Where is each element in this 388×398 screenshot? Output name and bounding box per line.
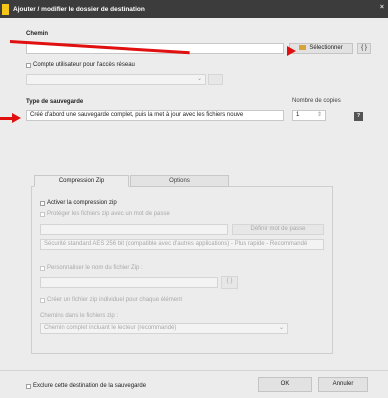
network-account-checkbox[interactable]: Compte utilisateur pour l'accès réseau (26, 62, 135, 68)
select-folder-label: Sélectionner (309, 45, 343, 51)
backup-type-value: Créé d'abord une sauvegarde complet, pui… (30, 112, 244, 118)
chevron-down-icon: ⌄ (278, 325, 284, 331)
zip-password-field[interactable] (40, 224, 228, 235)
network-user-select[interactable]: ⌄ (26, 74, 206, 85)
individual-zip-box[interactable] (40, 297, 45, 303)
custom-zip-name-checkbox[interactable]: Personnaliser le nom du fichier Zip : (40, 265, 143, 271)
backup-type-select[interactable]: Créé d'abord une sauvegarde complet, pui… (26, 110, 284, 121)
protect-zip-box[interactable] (40, 211, 45, 217)
activate-zip-label: Activer la compression zip (47, 200, 117, 206)
close-icon[interactable]: × (380, 4, 384, 11)
path-label: Chemin (26, 31, 49, 37)
annotation-arrow-line-2 (0, 117, 12, 120)
activate-zip-checkbox[interactable]: Activer la compression zip (40, 200, 117, 206)
backup-type-label: Type de sauvegarde (26, 99, 84, 105)
custom-zip-name-label: Personnaliser le nom du fichier Zip : (47, 265, 143, 271)
tab-options[interactable]: Options (130, 175, 229, 187)
help-button[interactable]: ? (354, 112, 363, 121)
select-folder-button[interactable]: Sélectionner (289, 43, 353, 54)
folder-icon (299, 45, 307, 50)
zip-name-variables-button[interactable]: { } (221, 276, 238, 289)
ok-button[interactable]: OK (258, 377, 312, 392)
zip-security-value: Sécurité standard AES 256 bit (compatibl… (44, 241, 308, 247)
tab-compression-zip[interactable]: Compression Zip (34, 175, 129, 187)
network-account-label: Compte utilisateur pour l'accès réseau (33, 62, 135, 68)
custom-zip-name-box[interactable] (40, 265, 45, 271)
copies-value: 1 (296, 112, 300, 118)
copies-label: Nombre de copies (292, 98, 341, 104)
custom-zip-name-input[interactable] (40, 277, 218, 288)
exclude-destination-checkbox[interactable]: Exclure cette destination de la sauvegar… (26, 383, 146, 389)
annotation-arrow-head-1 (287, 46, 296, 56)
app-icon (2, 3, 9, 15)
copies-stepper[interactable]: 1 ⇕ (292, 110, 326, 121)
cancel-button[interactable]: Annuler (318, 377, 368, 392)
protect-zip-label: Protéger les fichiers zip avec un mot de… (47, 211, 170, 217)
exclude-destination-label: Exclure cette destination de la sauvegar… (33, 383, 147, 389)
protect-zip-checkbox[interactable]: Protéger les fichiers zip avec un mot de… (40, 211, 170, 217)
network-account-box[interactable] (26, 62, 31, 68)
annotation-arrow-head-2 (12, 113, 21, 123)
title-bar: Ajouter / modifier le dossier de destina… (0, 0, 388, 18)
exclude-destination-box[interactable] (26, 383, 31, 389)
zip-security-select[interactable]: Sécurité standard AES 256 bit (compatibl… (40, 239, 324, 250)
activate-zip-box[interactable] (40, 200, 45, 206)
individual-zip-label: Créer un fichier zip individuel pour cha… (47, 297, 183, 303)
set-password-button[interactable]: Définir mot de passe (232, 224, 324, 235)
zip-paths-value: Chemin complet incluant le lecteur (reco… (44, 325, 177, 331)
chevron-down-icon: ⌄ (196, 76, 202, 82)
individual-zip-checkbox[interactable]: Créer un fichier zip individuel pour cha… (40, 297, 182, 303)
footer-divider (0, 370, 388, 371)
path-variables-button[interactable]: { } (357, 43, 371, 54)
network-user-button[interactable] (208, 74, 223, 85)
spin-icon[interactable]: ⇕ (317, 111, 322, 120)
zip-paths-select[interactable]: Chemin complet incluant le lecteur (reco… (40, 323, 288, 334)
zip-paths-label: Chemins dans le fichiers zip : (40, 313, 119, 319)
window-title: Ajouter / modifier le dossier de destina… (13, 5, 145, 13)
